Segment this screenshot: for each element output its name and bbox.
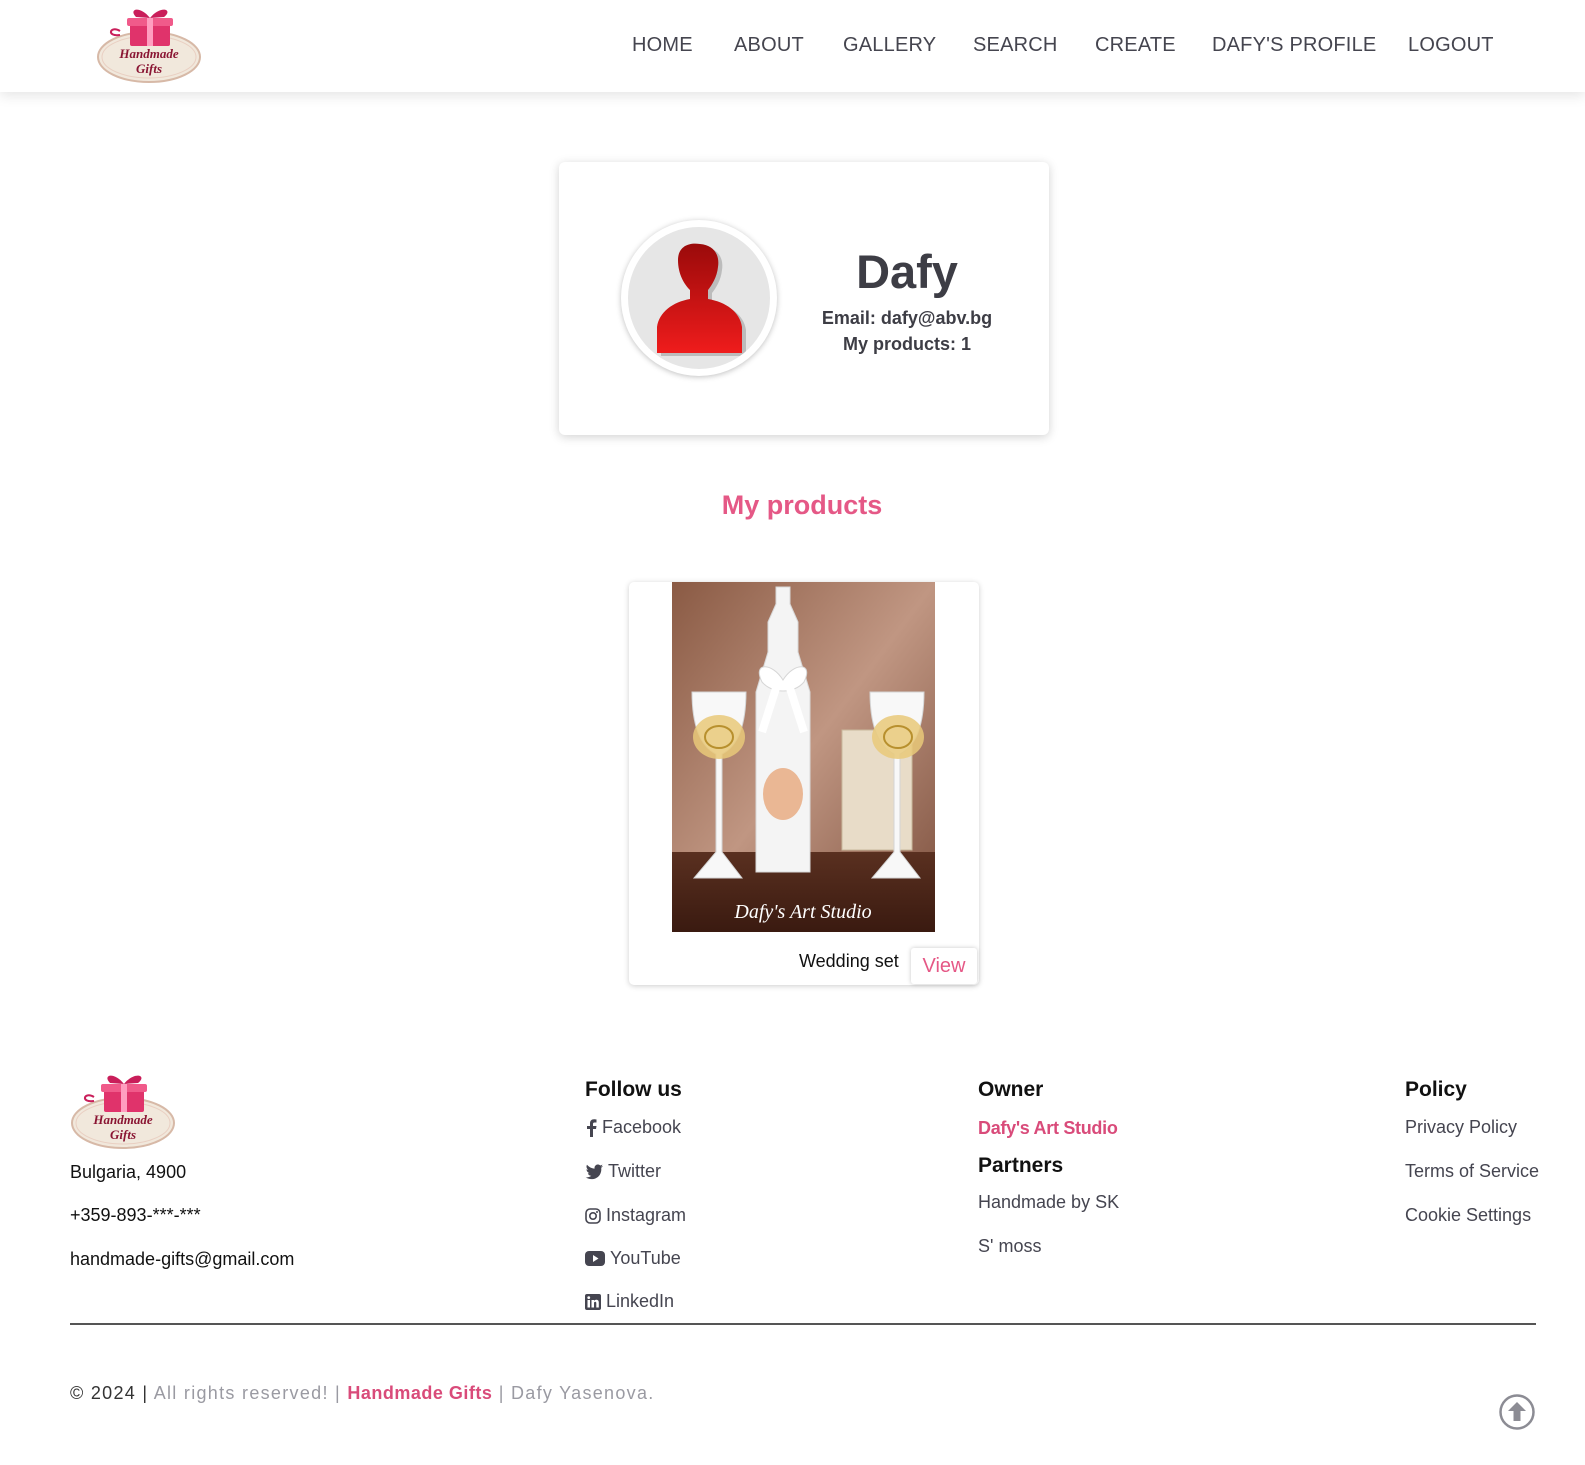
copyright-middle: All rights reserved! | — [153, 1383, 342, 1403]
nav-about[interactable]: ABOUT — [734, 34, 804, 57]
nav-logout[interactable]: LOGOUT — [1408, 34, 1494, 57]
facebook-label: Facebook — [602, 1117, 682, 1137]
partners-heading: Partners — [978, 1154, 1064, 1177]
owner-link[interactable]: Dafy's Art Studio — [978, 1118, 1118, 1139]
policy-heading: Policy — [1405, 1078, 1467, 1101]
footer-address: Bulgaria, 4900 — [70, 1162, 187, 1182]
instagram-label: Instagram — [606, 1205, 687, 1225]
facebook-link[interactable]: Facebook — [585, 1117, 681, 1138]
footer-logo-line1: Handmade — [92, 1112, 152, 1127]
product-watermark: Dafy's Art Studio — [733, 901, 871, 923]
avatar — [621, 220, 777, 376]
footer-logo[interactable]: Handmade Gifts — [70, 1073, 176, 1151]
back-to-top-button[interactable] — [1498, 1393, 1536, 1431]
product-card: Dafy's Art Studio Wedding set View — [629, 582, 979, 985]
youtube-link[interactable]: YouTube — [585, 1248, 681, 1269]
nav-create[interactable]: CREATE — [1095, 34, 1176, 57]
main-nav: HOME ABOUT GALLERY SEARCH CREATE DAFY'S … — [0, 0, 1585, 92]
twitter-link[interactable]: Twitter — [585, 1161, 661, 1182]
my-products-heading: My products — [721, 490, 883, 520]
copyright-suffix: | Dafy Yasenova. — [498, 1383, 655, 1403]
profile-product-count: My products: 1 — [842, 334, 971, 354]
copyright-prefix: © 2024 | — [70, 1383, 149, 1403]
view-product-button[interactable]: View — [911, 948, 977, 984]
profile-name: Dafy — [856, 245, 958, 298]
footer-phone: +359-893-***-*** — [70, 1205, 201, 1225]
profile-card: Dafy Email: dafy@abv.bg My products: 1 — [559, 162, 1049, 435]
follow-us-heading: Follow us — [585, 1078, 682, 1101]
linkedin-icon — [585, 1293, 601, 1310]
product-photo: Dafy's Art Studio — [672, 582, 935, 932]
arrow-up-circle-icon — [1499, 1394, 1535, 1430]
youtube-label: YouTube — [610, 1248, 681, 1268]
linkedin-link[interactable]: LinkedIn — [585, 1291, 674, 1312]
facebook-icon — [587, 1118, 597, 1137]
footer-logo-graphic: Handmade Gifts — [71, 1075, 175, 1149]
partner-link-s-moss[interactable]: S' moss — [978, 1236, 1041, 1257]
youtube-icon — [585, 1251, 605, 1266]
site-header: Handmade Gifts HOME ABOUT GALLERY SEARCH… — [0, 0, 1585, 92]
nav-home[interactable]: HOME — [632, 34, 693, 57]
product-name: Wedding set — [799, 951, 899, 971]
partner-link-handmade-by-sk[interactable]: Handmade by SK — [978, 1192, 1119, 1213]
copyright-brand[interactable]: Handmade Gifts — [347, 1383, 492, 1403]
footer-divider — [70, 1323, 1536, 1325]
nav-search[interactable]: SEARCH — [973, 34, 1058, 57]
instagram-icon — [585, 1207, 601, 1224]
twitter-icon — [585, 1164, 603, 1179]
nav-gallery[interactable]: GALLERY — [843, 34, 936, 57]
footer-email[interactable]: handmade-gifts@gmail.com — [70, 1249, 294, 1270]
footer-logo-line2: Gifts — [110, 1127, 136, 1142]
product-image[interactable]: Dafy's Art Studio — [672, 582, 935, 932]
terms-of-service-link[interactable]: Terms of Service — [1405, 1161, 1539, 1182]
nav-profile[interactable]: DAFY'S PROFILE — [1212, 34, 1376, 57]
user-silhouette-icon — [657, 243, 746, 356]
owner-heading: Owner — [978, 1078, 1044, 1101]
instagram-link[interactable]: Instagram — [585, 1205, 686, 1226]
twitter-label: Twitter — [608, 1161, 662, 1181]
linkedin-label: LinkedIn — [606, 1291, 675, 1311]
cookie-settings-link[interactable]: Cookie Settings — [1405, 1205, 1531, 1226]
privacy-policy-link[interactable]: Privacy Policy — [1405, 1117, 1517, 1138]
copyright: © 2024 | All rights reserved! | Handmade… — [70, 1383, 655, 1404]
profile-email: Email: dafy@abv.bg — [821, 308, 993, 328]
